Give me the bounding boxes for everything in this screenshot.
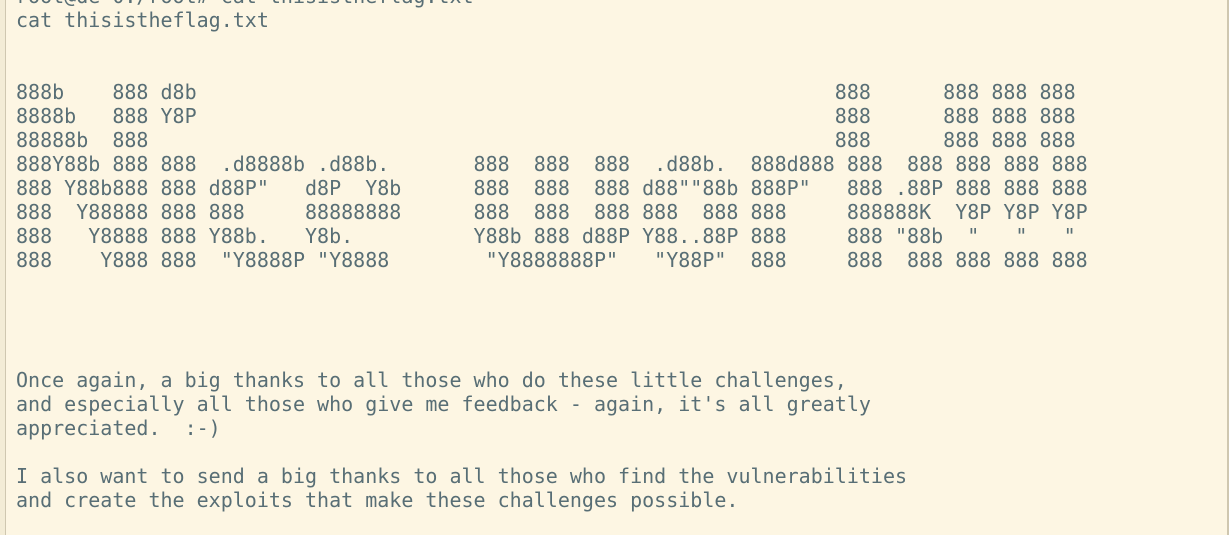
ascii-art-line: 8888b 888 Y8P 888 888 888 888 — [16, 104, 1076, 128]
ascii-art-line: 888Y88b 888 888 .d8888b .d88b. 888 888 8… — [16, 152, 1088, 176]
ascii-art-line: 88888b 888 888 888 888 888 — [16, 128, 1076, 152]
message-line: and especially all those who give me fee… — [16, 392, 871, 416]
message-line: I also want to send a big thanks to all … — [16, 464, 908, 488]
message-line: Once again, a big thanks to all those wh… — [16, 368, 847, 392]
ascii-art-line: 888b 888 d8b 888 888 888 888 — [16, 80, 1076, 104]
terminal-window[interactable]: root@de-0:/root# cat thisistheflag.txtca… — [0, 0, 1229, 535]
message-line: appreciated. :-) — [16, 416, 221, 440]
ascii-art-line: 888 Y8888 888 Y88b. Y8b. Y88b 888 d88P Y… — [16, 224, 1076, 248]
terminal-line: cat thisistheflag.txt — [16, 8, 269, 32]
terminal-line: root@de-0:/root# cat thisistheflag.txt — [16, 0, 1088, 8]
ascii-art-line: 888 Y88888 888 888 88888888 888 888 888 … — [16, 200, 1088, 224]
ascii-art-line: 888 Y888 888 "Y8888P "Y8888 "Y8888888P" … — [16, 248, 1088, 272]
window-left-border — [0, 0, 6, 535]
terminal-output: root@de-0:/root# cat thisistheflag.txtca… — [16, 0, 1088, 512]
ascii-art-line: 888 Y88b888 888 d88P" d8P Y8b 888 888 88… — [16, 176, 1088, 200]
message-line: and create the exploits that make these … — [16, 488, 739, 512]
